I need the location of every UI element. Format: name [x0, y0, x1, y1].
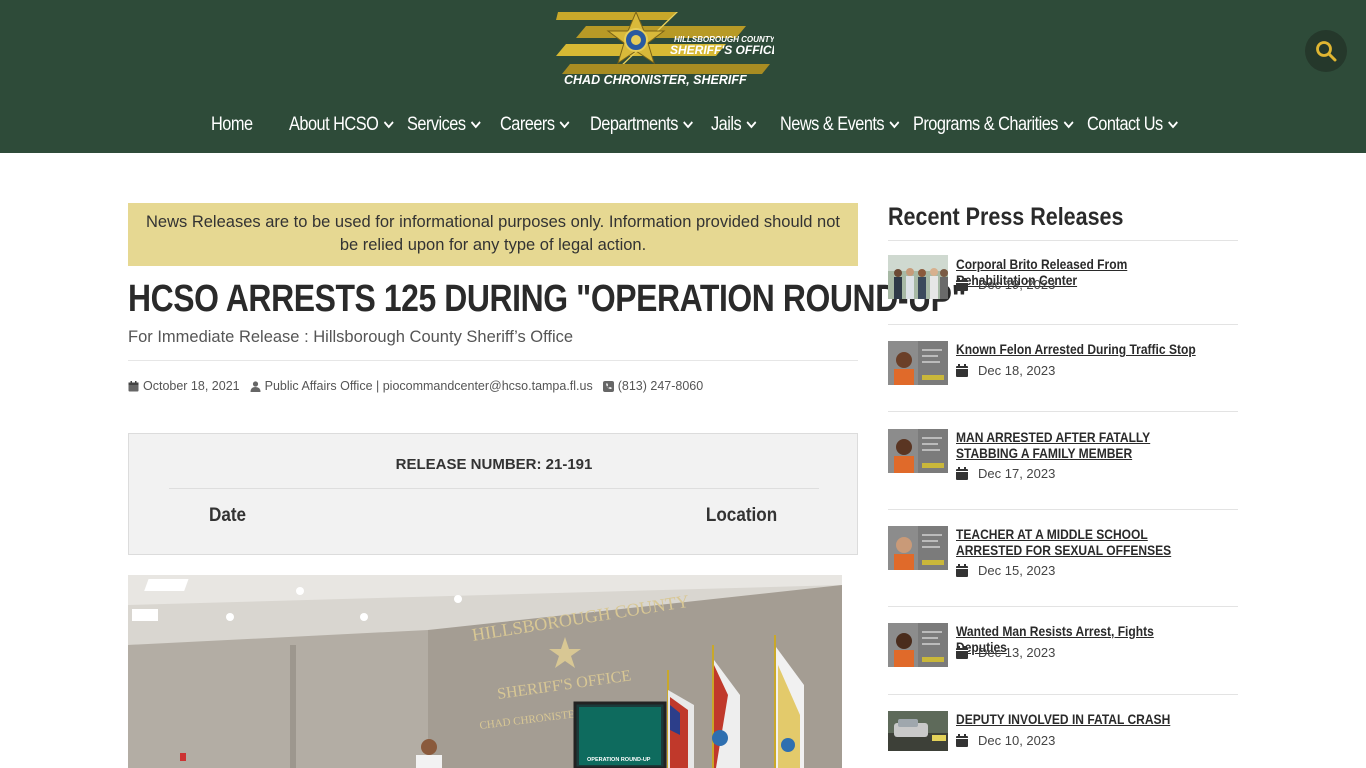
nav-label: Jails [711, 114, 742, 135]
site-header: HILLSBOROUGH COUNTY SHERIFF'S OFFICE CHA… [0, 0, 1366, 153]
nav-item-services[interactable]: Services [407, 108, 481, 142]
nav-label: Programs & Charities [913, 114, 1058, 135]
svg-text:CHAD CHRONISTER, SHERIFF: CHAD CHRONISTER, SHERIFF [564, 73, 747, 87]
press-release-thumbnail[interactable] [888, 623, 948, 667]
press-release-item: DEPUTY INVOLVED IN FATAL CRASH Dec 10, 2… [888, 711, 1238, 768]
chevron-down-icon [470, 121, 481, 129]
press-release-thumbnail[interactable] [888, 341, 948, 385]
press-release-link[interactable]: Known Felon Arrested During Traffic Stop [956, 341, 1199, 357]
divider [888, 509, 1238, 510]
chevron-down-icon [559, 121, 570, 129]
nav-label: Departments [590, 114, 678, 135]
calendar-icon [956, 364, 968, 377]
svg-text:OPERATION ROUND-UP: OPERATION ROUND-UP [587, 757, 651, 763]
sheriff-badge-icon: HILLSBOROUGH COUNTY SHERIFF'S OFFICE CHA… [556, 10, 781, 87]
press-release-date: Dec 19, 2023 [956, 277, 1055, 292]
sheriff-logo[interactable]: HILLSBOROUGH COUNTY SHERIFF'S OFFICE CHA… [556, 8, 781, 90]
article-meta: October 18, 2021 Public Affairs Office |… [128, 377, 703, 395]
press-release-date-text: Dec 18, 2023 [978, 363, 1056, 378]
press-release-item: Corporal Brito Released From Rehabilitat… [888, 255, 1238, 315]
nav-item-home[interactable]: Home [211, 108, 253, 142]
calendar-icon [956, 467, 968, 480]
main-nav: Home About HCSO Services Careers Departm… [0, 108, 1366, 142]
press-release-date-text: Dec 17, 2023 [978, 466, 1056, 481]
press-release-date: Dec 13, 2023 [956, 645, 1055, 660]
publish-date: October 18, 2021 [143, 379, 240, 393]
nav-label: Contact Us [1087, 114, 1163, 135]
press-release-link[interactable]: TEACHER AT A MIDDLE SCHOOL ARRESTED FOR … [956, 526, 1199, 558]
press-release-date-text: Dec 15, 2023 [978, 563, 1056, 578]
divider [888, 240, 1238, 241]
press-release-date: Dec 17, 2023 [956, 466, 1055, 481]
press-release-date: Dec 10, 2023 [956, 733, 1055, 748]
chevron-down-icon [746, 121, 757, 129]
search-icon [1316, 41, 1337, 62]
calendar-icon [956, 564, 968, 577]
calendar-icon [956, 646, 968, 659]
nav-item-programs-charities[interactable]: Programs & Charities [913, 108, 1074, 142]
divider [888, 606, 1238, 607]
nav-label: About HCSO [289, 114, 379, 135]
phone-icon [602, 380, 614, 392]
calendar-icon [956, 278, 968, 291]
chevron-down-icon [1063, 121, 1074, 129]
disclaimer-notice: News Releases are to be used for informa… [128, 203, 858, 266]
press-release-date-text: Dec 10, 2023 [978, 733, 1056, 748]
date-column-header: Date [209, 505, 247, 526]
nav-item-careers[interactable]: Careers [500, 108, 570, 142]
contact-phone[interactable]: (813) 247-8060 [618, 379, 703, 393]
recent-press-releases-heading: Recent Press Releases [888, 203, 1124, 231]
nav-label: Services [407, 114, 466, 135]
chevron-down-icon [683, 121, 694, 129]
divider [128, 360, 858, 361]
nav-label: Home [211, 114, 253, 135]
divider [888, 694, 1238, 695]
divider [888, 324, 1238, 325]
calendar-icon [128, 380, 139, 392]
press-release-item: MAN ARRESTED AFTER FATALLY STABBING A FA… [888, 428, 1238, 498]
press-conference-photo: HILLSBOROUGH COUNTY SHERIFF'S OFFICE CHA… [128, 575, 842, 768]
press-release-thumbnail[interactable] [888, 429, 948, 473]
location-column-header: Location [705, 505, 777, 526]
nav-item-about-hcso[interactable]: About HCSO [289, 108, 394, 142]
release-subtitle: For Immediate Release : Hillsborough Cou… [128, 328, 574, 346]
press-release-item: Wanted Man Resists Arrest, Fights Deputi… [888, 623, 1238, 683]
search-button[interactable] [1305, 30, 1347, 72]
nav-label: News & Events [780, 114, 885, 135]
press-release-thumbnail[interactable] [888, 711, 948, 751]
press-release-item: TEACHER AT A MIDDLE SCHOOL ARRESTED FOR … [888, 525, 1238, 595]
chevron-down-icon [383, 121, 394, 129]
author-contact[interactable]: Public Affairs Office | piocommandcenter… [265, 379, 593, 393]
press-release-item: Known Felon Arrested During Traffic Stop… [888, 341, 1238, 401]
nav-item-contact-us[interactable]: Contact Us [1087, 108, 1178, 142]
nav-label: Careers [500, 114, 555, 135]
divider [169, 488, 819, 489]
press-release-date-text: Dec 19, 2023 [978, 277, 1056, 292]
calendar-icon [956, 734, 968, 747]
chevron-down-icon [1168, 121, 1178, 129]
press-release-date-text: Dec 13, 2023 [978, 645, 1056, 660]
chevron-down-icon [889, 121, 900, 129]
press-release-date: Dec 15, 2023 [956, 563, 1055, 578]
press-release-thumbnail[interactable] [888, 526, 948, 570]
press-release-link[interactable]: DEPUTY INVOLVED IN FATAL CRASH [956, 711, 1199, 727]
nav-item-news-events[interactable]: News & Events [780, 108, 900, 142]
press-release-link[interactable]: MAN ARRESTED AFTER FATALLY STABBING A FA… [956, 429, 1199, 461]
release-info-box: RELEASE NUMBER: 21-191 Date Location [128, 433, 858, 555]
divider [888, 411, 1238, 412]
nav-item-departments[interactable]: Departments [590, 108, 694, 142]
release-number: RELEASE NUMBER: 21-191 [395, 456, 593, 473]
svg-text:SHERIFF'S OFFICE: SHERIFF'S OFFICE [670, 43, 774, 57]
press-release-date: Dec 18, 2023 [956, 363, 1055, 378]
nav-item-jails[interactable]: Jails [711, 108, 757, 142]
page-title: HCSO ARRESTS 125 DURING "OPERATION ROUND… [128, 278, 967, 320]
press-release-thumbnail[interactable] [888, 255, 948, 299]
user-icon [250, 380, 261, 392]
